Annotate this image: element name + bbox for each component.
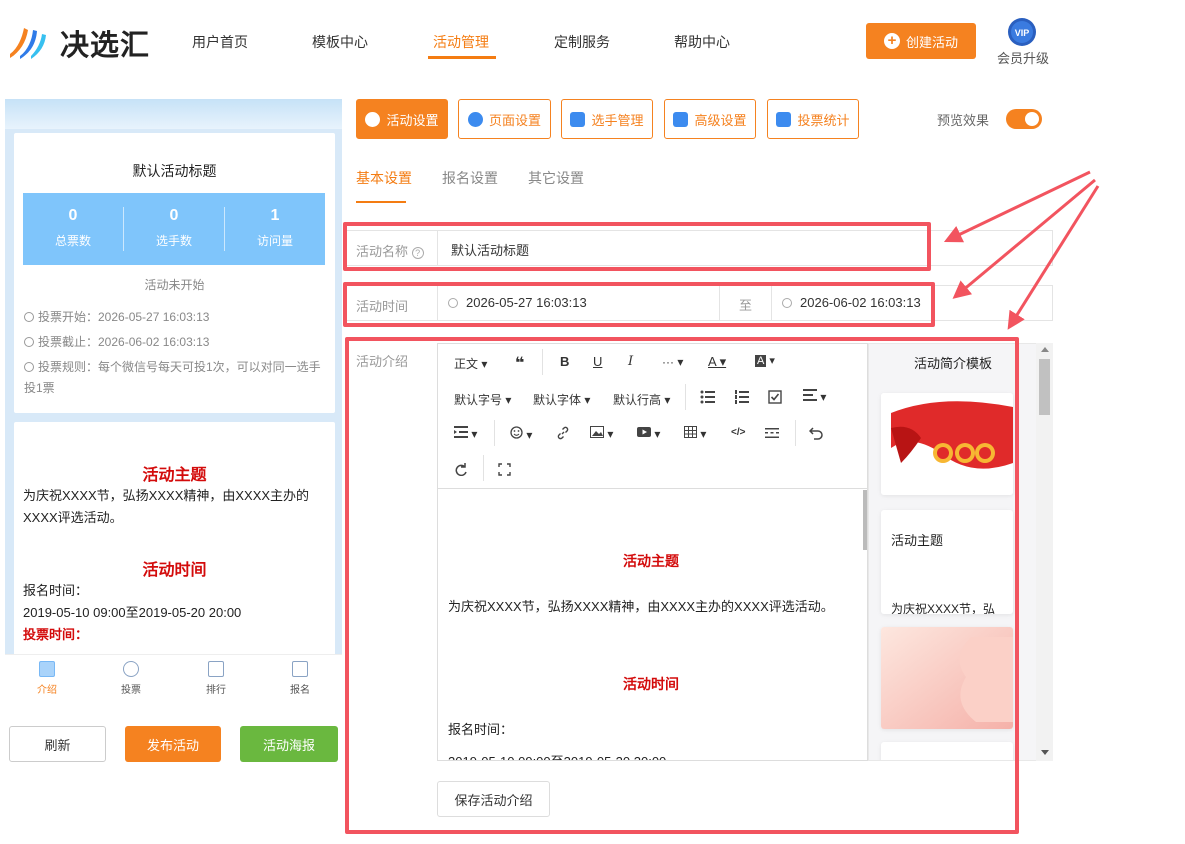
arrow-to-intro <box>1007 185 1100 330</box>
annotation-arrows <box>943 170 1100 330</box>
arrow-to-time <box>952 178 1096 299</box>
